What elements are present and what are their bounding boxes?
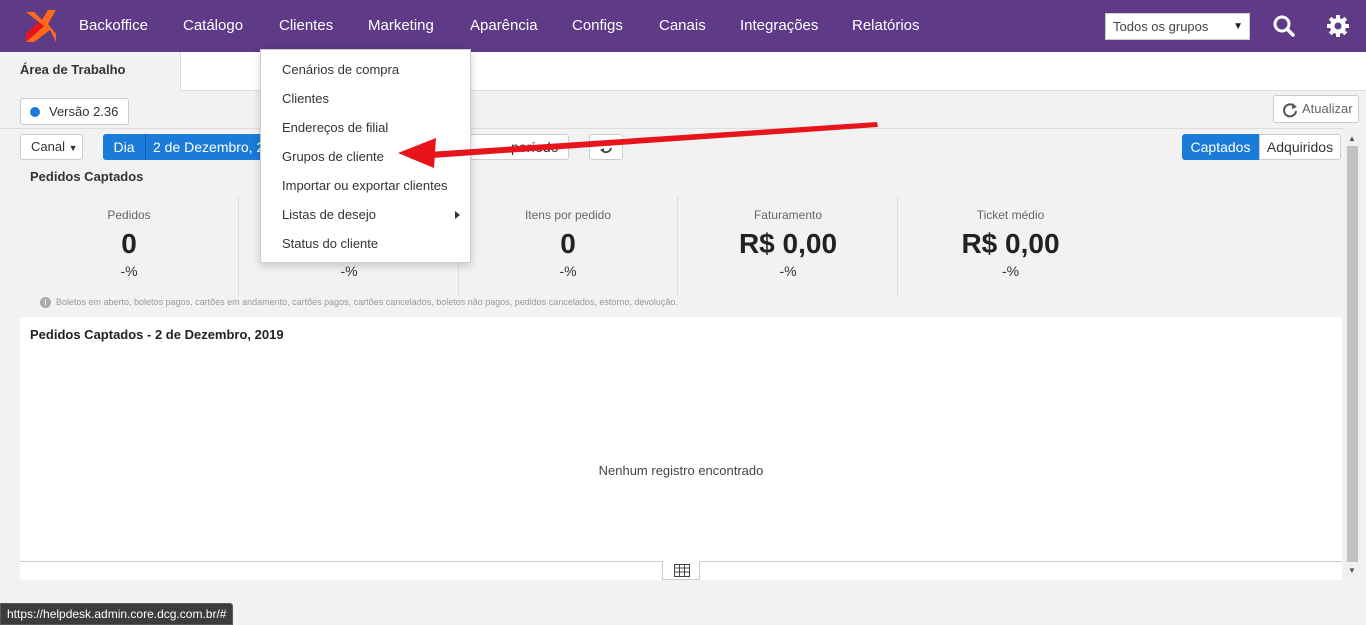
toggle-adquiridos[interactable]: Adquiridos (1259, 134, 1341, 160)
kpi-label: Faturamento (753, 208, 823, 222)
clientes-dropdown-menu: Cenários de compra Clientes Endereços de… (260, 49, 471, 263)
menu-item-listas-de-desejo[interactable]: Listas de desejo (282, 207, 376, 222)
kpi-delta: -% (559, 263, 577, 279)
kpi-value: 0 (121, 228, 137, 259)
refresh-icon (1283, 103, 1297, 118)
menu-item-enderecos-de-filial[interactable]: Endereços de filial (282, 120, 388, 135)
version-label: Versão 2.36 (49, 104, 119, 119)
status-bar-url: https://helpdesk.admin.core.dcg.com.br/# (0, 603, 234, 625)
menu-item-grupos-de-cliente[interactable]: Grupos de cliente (282, 149, 384, 164)
scroll-up-icon[interactable]: ▲ (1348, 134, 1356, 143)
kpi-pedidos: Pedidos 0 -% (20, 196, 239, 296)
info-icon: i (40, 297, 51, 308)
nav-configs[interactable]: Configs (572, 0, 623, 52)
nav-aparencia[interactable]: Aparência (470, 0, 538, 52)
sync-icon (600, 141, 612, 153)
toggle-captados[interactable]: Captados (1182, 134, 1259, 160)
nav-backoffice[interactable]: Backoffice (79, 0, 148, 52)
submenu-caret-icon (455, 211, 460, 219)
kpi-delta: -% (1001, 263, 1020, 279)
vertical-scrollbar[interactable]: ▲ ▼ (1345, 128, 1360, 580)
version-badge[interactable]: Versão 2.36 (20, 98, 130, 125)
kpi-label: Pedidos (107, 208, 151, 222)
kpi-faturamento: Faturamento R$ 0,00 -% (679, 196, 898, 296)
kpi-delta: -% (120, 263, 138, 279)
menu-item-clientes[interactable]: Clientes (282, 91, 329, 106)
refresh-label: Atualizar (1302, 101, 1353, 116)
refresh-button[interactable]: Atualizar (1273, 95, 1359, 123)
scroll-down-icon[interactable]: ▼ (1348, 566, 1356, 575)
caret-down-icon: ▼ (68, 143, 78, 153)
menu-item-importar-exportar[interactable]: Importar ou exportar clientes (282, 178, 447, 193)
period-dia-button[interactable]: Dia (103, 134, 146, 160)
sync-button[interactable] (589, 134, 623, 160)
scroll-thumb[interactable] (1347, 146, 1358, 562)
workspace-tabbar: Área de Trabalho (0, 52, 1366, 91)
table-icon (674, 564, 690, 577)
search-icon[interactable] (1271, 13, 1297, 39)
nav-catalogo[interactable]: Catálogo (183, 0, 243, 52)
chevron-down-icon: ▼ (1233, 21, 1243, 32)
group-select-value: Todos os grupos (1113, 19, 1209, 34)
logo-icon[interactable] (24, 8, 58, 44)
kpi-itens-por-pedido: Itens por pedido 0 -% (459, 196, 678, 296)
table-view-button[interactable] (662, 561, 700, 580)
nav-integracoes[interactable]: Integrações (740, 0, 818, 52)
section-title: Pedidos Captados (30, 169, 144, 184)
canal-label: Canal (31, 139, 65, 154)
tab-area-de-trabalho[interactable]: Área de Trabalho (0, 52, 181, 91)
status-dot-icon (30, 107, 40, 117)
kpi-delta: -% (340, 263, 358, 279)
menu-item-status-do-cliente[interactable]: Status do cliente (282, 236, 378, 251)
nav-relatorios[interactable]: Relatórios (852, 0, 920, 52)
top-navbar: Backoffice Catálogo Clientes Marketing A… (0, 0, 1366, 52)
empty-message: Nenhum registro encontrado (598, 463, 764, 478)
gear-icon[interactable] (1325, 13, 1351, 39)
nav-marketing[interactable]: Marketing (368, 0, 434, 52)
period-custom-button[interactable]: período (470, 134, 569, 160)
kpi-value: R$ 0,00 (738, 228, 838, 259)
menu-item-cenarios-de-compra[interactable]: Cenários de compra (282, 62, 399, 77)
footnote-text: Boletos em aberto, boletos pagos, cartõe… (56, 297, 678, 307)
canal-dropdown[interactable]: Canal ▼ (20, 134, 83, 160)
kpi-delta: -% (779, 263, 797, 279)
footnote: i Boletos em aberto, boletos pagos, cartõ… (40, 297, 678, 308)
group-select[interactable]: Todos os grupos ▼ (1105, 13, 1250, 40)
period-selector[interactable]: Dia 2 de Dezembro, 20 (103, 134, 272, 160)
kpi-label: Itens por pedido (524, 208, 612, 222)
chart-title: Pedidos Captados - 2 de Dezembro, 2019 (30, 327, 284, 342)
nav-clientes[interactable]: Clientes (279, 0, 333, 52)
kpi-value: R$ 0,00 (961, 228, 1060, 259)
nav-canais[interactable]: Canais (659, 0, 706, 52)
kpi-ticket-medio: Ticket médio R$ 0,00 -% (901, 196, 1120, 296)
kpi-label: Ticket médio (976, 208, 1045, 222)
chart-container: Pedidos Captados - 2 de Dezembro, 2019 N… (20, 317, 1342, 580)
kpi-value: 0 (560, 228, 576, 259)
period-date-button[interactable]: 2 de Dezembro, 20 (153, 134, 272, 160)
